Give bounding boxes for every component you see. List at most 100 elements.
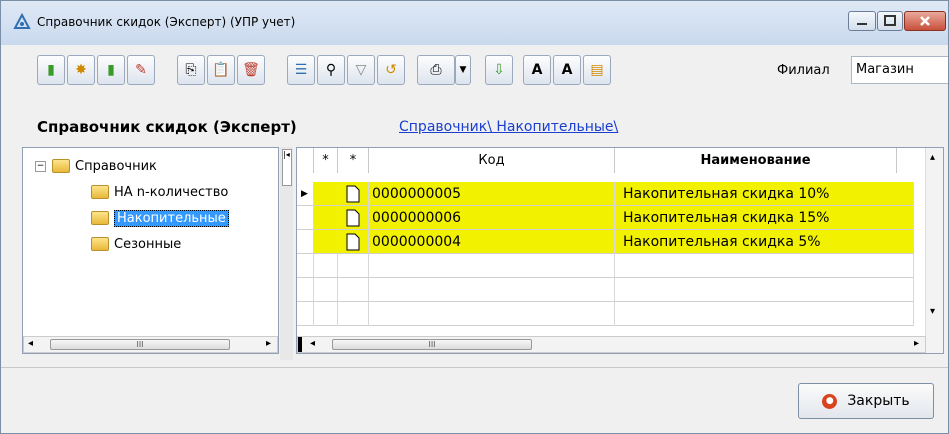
paste-icon: 📋	[212, 62, 230, 78]
list-icon: ☰	[294, 62, 308, 78]
empty-cell	[297, 278, 314, 302]
table-row[interactable]: 0000000006 Накопительная скидка 15%	[297, 206, 914, 230]
font-increase-button[interactable]: A	[523, 55, 551, 85]
copy-item-icon: ▮	[107, 62, 115, 78]
filter-icon: ▽	[355, 62, 367, 78]
tree-item-quantity[interactable]: НА n-количество	[91, 182, 228, 202]
table-row[interactable]: ▶ 0000000005 Накопительная скидка 10%	[297, 182, 914, 206]
document-icon	[338, 182, 369, 206]
close-window-button[interactable]	[904, 11, 946, 31]
copy-icon: ⎘	[185, 62, 197, 78]
add-button[interactable]: ▮	[37, 55, 65, 85]
tree-item-label: Сезонные	[114, 236, 182, 252]
delete-icon: 🗑	[242, 62, 260, 78]
table-vertical-scrollbar[interactable]: ▴ ▾	[925, 148, 943, 353]
tree-horizontal-scrollbar[interactable]: ◂ III ▸	[23, 336, 278, 353]
table-row[interactable]: 0000000004 Накопительная скидка 5%	[297, 230, 914, 254]
scroll-left-icon[interactable]: ◂	[28, 338, 33, 349]
copy-item-button[interactable]: ▮	[97, 55, 125, 85]
footer-divider	[1, 367, 948, 368]
add-icon: ▮	[47, 62, 55, 78]
branch-label: Филиал	[777, 63, 830, 78]
scroll-thumb[interactable]: III	[50, 339, 230, 350]
tree-item-label: Накопительные	[114, 209, 229, 227]
main-window: Справочник скидок (Эксперт) (УПР учет) ▮…	[0, 0, 949, 434]
row-indicator	[297, 206, 314, 230]
expand-icon[interactable]: −	[35, 160, 46, 172]
folder-icon	[52, 159, 70, 173]
find-button[interactable]: ⚲	[317, 55, 345, 85]
empty-cell	[338, 302, 369, 326]
refresh-icon: ↺	[385, 62, 397, 78]
tree-item-seasonal[interactable]: Сезонные	[91, 234, 181, 254]
cell-code[interactable]: 0000000006	[369, 206, 615, 230]
font-decrease-icon: A	[561, 62, 573, 78]
cell-code[interactable]: 0000000005	[369, 182, 615, 206]
scroll-right-icon[interactable]: ▸	[266, 338, 271, 349]
breadcrumb[interactable]: Справочник\ Накопительные\	[399, 119, 618, 135]
filter-button[interactable]: ▽	[347, 55, 375, 85]
print-icon: ⎙	[430, 62, 442, 78]
close-button-label: Закрыть	[847, 393, 910, 409]
export-icon: ⇩	[493, 62, 505, 78]
branch-select[interactable]: Магазин	[851, 56, 948, 84]
page-title: Справочник скидок (Эксперт)	[37, 118, 297, 136]
add-group-button[interactable]: ✸	[67, 55, 95, 85]
empty-cell	[369, 278, 615, 302]
empty-row	[297, 302, 914, 326]
scroll-right-icon[interactable]: ▸	[914, 338, 919, 349]
cell-name[interactable]: Накопительная скидка 10%	[615, 182, 914, 206]
panel-splitter[interactable]: |◂	[280, 147, 293, 360]
scroll-thumb[interactable]: III	[332, 339, 532, 350]
table-horizontal-scrollbar[interactable]: ◂ III ▸	[297, 336, 926, 353]
tree-item-root[interactable]: − Справочник	[35, 156, 157, 176]
document-icon	[338, 230, 369, 254]
maximize-icon	[884, 15, 896, 26]
minimize-button[interactable]	[848, 11, 876, 31]
empty-row	[297, 278, 914, 302]
row-marker	[314, 182, 338, 206]
paste-button[interactable]: 📋	[207, 55, 235, 85]
print-button[interactable]: ⎙	[417, 55, 455, 85]
discount-table: * * Код Наименование ▶ 0000000005 Накопи…	[296, 147, 944, 354]
column-header-name[interactable]: Наименование	[615, 148, 897, 173]
delete-button[interactable]: 🗑	[237, 55, 265, 85]
row-marker	[314, 206, 338, 230]
scroll-left-icon[interactable]: ◂	[310, 338, 315, 349]
column-header-marker1[interactable]: *	[314, 148, 338, 173]
tree-item-cumulative[interactable]: Накопительные	[91, 208, 229, 228]
cell-name[interactable]: Накопительная скидка 5%	[615, 230, 914, 254]
print-menu-button[interactable]: ▼	[455, 55, 471, 85]
calendar-button[interactable]: ▤	[583, 55, 611, 85]
folder-tree: − Справочник НА n-количество Накопительн…	[22, 147, 279, 354]
close-button[interactable]: ● Закрыть	[798, 383, 934, 419]
edit-button[interactable]: ✎	[127, 55, 155, 85]
collapse-icon[interactable]: |◂	[282, 149, 292, 186]
print-menu-icon: ▼	[459, 65, 467, 75]
font-decrease-button[interactable]: A	[553, 55, 581, 85]
empty-cell	[615, 254, 914, 278]
refresh-button[interactable]: ↺	[377, 55, 405, 85]
document-icon	[338, 206, 369, 230]
find-icon: ⚲	[325, 62, 337, 78]
list-button[interactable]: ☰	[287, 55, 315, 85]
cell-name[interactable]: Накопительная скидка 15%	[615, 206, 914, 230]
empty-cell	[615, 278, 914, 302]
row-indicator-header	[297, 148, 314, 173]
folder-open-icon	[91, 211, 109, 225]
folder-icon	[91, 185, 109, 199]
empty-cell	[314, 278, 338, 302]
folder-icon	[91, 237, 109, 251]
empty-cell	[297, 302, 314, 326]
maximize-button[interactable]	[877, 11, 903, 31]
scroll-down-icon[interactable]: ▾	[930, 306, 935, 317]
column-header-marker2[interactable]: *	[338, 148, 369, 173]
frozen-columns-marker	[298, 337, 302, 352]
scroll-up-icon[interactable]: ▴	[930, 152, 935, 163]
column-header-code[interactable]: Код	[369, 148, 615, 173]
edit-icon: ✎	[135, 62, 147, 78]
app-icon	[13, 13, 31, 29]
cell-code[interactable]: 0000000004	[369, 230, 615, 254]
copy-button[interactable]: ⎘	[177, 55, 205, 85]
export-button[interactable]: ⇩	[485, 55, 513, 85]
